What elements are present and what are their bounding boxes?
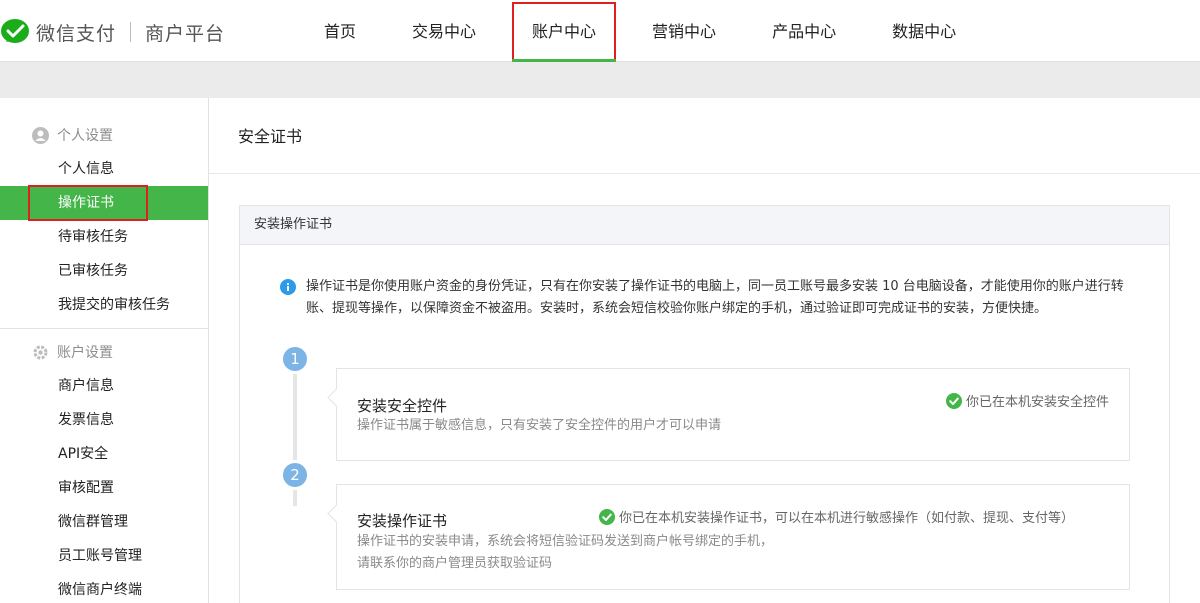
nav-home[interactable]: 首页 [304,0,376,62]
sidebar-item-wechat-group[interactable]: 微信群管理 [0,505,208,539]
brand-separator [130,22,132,42]
step-status: 你已在本机安装操作证书，可以在本机进行敏感操作（如付款、提现、支付等） [599,507,1074,526]
nav-account-center[interactable]: 账户中心 [512,2,617,62]
step-description: 操作证书的安装申请，系统会将短信验证码发送到商户帐号绑定的手机， [357,534,774,549]
step-card-install-certificate: 安装操作证书 操作证书的安装申请，系统会将短信验证码发送到商户帐号绑定的手机， … [336,484,1130,590]
main-content: 安全证书 安装操作证书 操作证书是你使用账户资金的身份凭证，只有在你安装了操作证… [209,98,1200,603]
platform-name: 商户平台 [145,22,226,45]
step-number-2: 2 [280,460,310,490]
sidebar-item-merchant-terminal[interactable]: 微信商户终端 [0,573,208,603]
sidebar-group-title: 账户设置 [0,335,208,369]
sidebar-item-invoice-info[interactable]: 发票信息 [0,403,208,437]
wechat-pay-logo-icon [1,19,29,43]
panel-title: 安装操作证书 [240,206,1169,245]
info-icon [280,279,296,295]
step-card-install-control: 安装安全控件 操作证书属于敏感信息，只有安装了安全控件的用户才可以申请 你已在本… [336,368,1130,461]
sidebar: 个人设置 个人信息 操作证书 待审核任务 已审核任务 我提交的审核任务 账户设置… [0,98,209,603]
sidebar-item-my-submitted[interactable]: 我提交的审核任务 [0,288,208,322]
sidebar-item-api-security[interactable]: API安全 [0,437,208,471]
sidebar-item-personal-info[interactable]: 个人信息 [0,152,208,186]
step-description: 请联系你的商户管理员获取验证码 [357,556,553,571]
check-circle-icon [599,508,615,525]
sidebar-divider [0,328,208,329]
nav-data-center[interactable]: 数据中心 [872,0,976,62]
wechat-pay-logo[interactable]: 微信支付 商户平台 [0,17,225,47]
sidebar-group-personal: 个人设置 个人信息 操作证书 待审核任务 已审核任务 我提交的审核任务 [0,118,208,329]
nav-marketing-center[interactable]: 营销中心 [632,0,736,62]
user-icon [32,126,49,144]
highlight-box [28,185,148,221]
info-notice: 操作证书是你使用账户资金的身份凭证，只有在你安装了操作证书的电脑上，同一员工账号… [280,276,1140,320]
page-title: 安全证书 [209,98,1200,174]
sidebar-item-review-config[interactable]: 审核配置 [0,471,208,505]
sidebar-item-merchant-info[interactable]: 商户信息 [0,369,208,403]
top-header: 微信支付 商户平台 首页 交易中心 账户中心 营销中心 产品中心 数据中心 [0,0,1200,62]
check-circle-icon [945,392,962,409]
sidebar-item-operation-certificate[interactable]: 操作证书 [0,185,208,221]
gear-icon [33,345,48,359]
step-status: 你已在本机安装安全控件 [945,391,1109,410]
nav-trade-center[interactable]: 交易中心 [392,0,496,62]
step-title: 安装安全控件 [357,397,448,415]
step-title: 安装操作证书 [357,512,448,530]
step-number-1: 1 [280,344,310,374]
nav-product-center[interactable]: 产品中心 [752,0,856,62]
sidebar-group-account: 账户设置 商户信息 发票信息 API安全 审核配置 微信群管理 员工账号管理 微… [0,335,208,603]
sidebar-group-title: 个人设置 [0,118,208,152]
header-band [0,62,1200,98]
sidebar-item-pending-review[interactable]: 待审核任务 [0,220,208,254]
step-description: 操作证书属于敏感信息，只有安装了安全控件的用户才可以申请 [357,418,722,433]
main-nav: 首页 交易中心 账户中心 营销中心 产品中心 数据中心 [304,0,992,62]
sidebar-item-staff-accounts[interactable]: 员工账号管理 [0,539,208,573]
install-certificate-panel: 安装操作证书 操作证书是你使用账户资金的身份凭证，只有在你安装了操作证书的电脑上… [239,205,1170,603]
brand-name: 微信支付 [36,22,117,45]
sidebar-item-reviewed[interactable]: 已审核任务 [0,254,208,288]
